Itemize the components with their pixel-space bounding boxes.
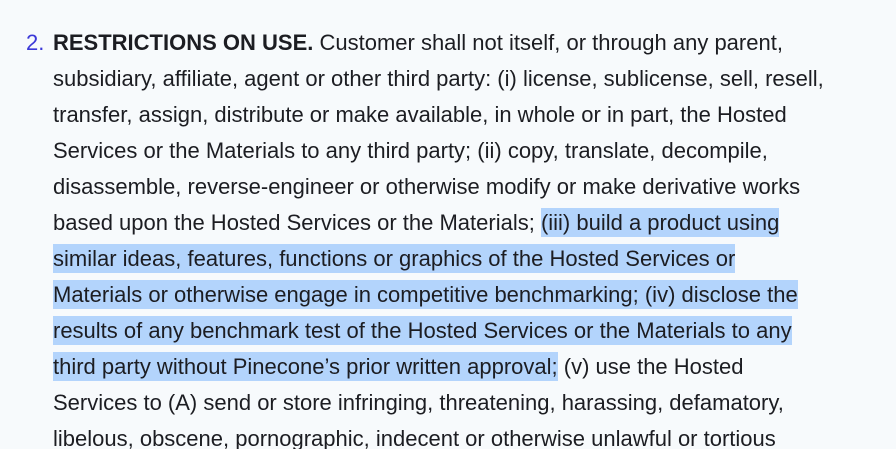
text-line: Services or the Materials to any third p… [53, 133, 883, 169]
selected-text[interactable]: (iii) build a product using [540, 208, 780, 237]
line-text: (v) use the Hosted [557, 354, 744, 379]
section-number: 2. [26, 30, 45, 55]
selected-text[interactable]: results of any benchmark test of the Hos… [53, 316, 792, 345]
selected-text[interactable]: Materials or otherwise engage in competi… [53, 280, 798, 309]
line-text: libelous, obscene, pornographic, indecen… [53, 426, 776, 449]
line-text: Services or the Materials to any third p… [53, 138, 768, 163]
text-line: libelous, obscene, pornographic, indecen… [53, 421, 883, 449]
text-line: subsidiary, affiliate, agent or other th… [53, 61, 883, 97]
text-line: results of any benchmark test of the Hos… [53, 313, 883, 349]
text-line: disassemble, reverse-engineer or otherwi… [53, 169, 883, 205]
line-text: disassemble, reverse-engineer or otherwi… [53, 174, 801, 199]
line-text: transfer, assign, distribute or make ava… [53, 102, 787, 127]
text-line: based upon the Hosted Services or the Ma… [53, 205, 883, 241]
section-body: RESTRICTIONS ON USE. Customer shall not … [53, 25, 883, 449]
line-text: Services to (A) send or store infringing… [53, 390, 784, 415]
text-line: Materials or otherwise engage in competi… [53, 277, 883, 313]
text-line: RESTRICTIONS ON USE. Customer shall not … [53, 25, 883, 61]
selected-text[interactable]: third party without Pinecone’s prior wri… [53, 352, 558, 381]
line-text: subsidiary, affiliate, agent or other th… [53, 66, 824, 91]
text-line: transfer, assign, distribute or make ava… [53, 97, 883, 133]
selected-text[interactable]: similar ideas, features, functions or gr… [53, 244, 736, 273]
text-line: third party without Pinecone’s prior wri… [53, 349, 883, 385]
document-page: 2. RESTRICTIONS ON USE. Customer shall n… [0, 0, 896, 449]
section-heading: RESTRICTIONS ON USE. [53, 30, 314, 55]
text-line: similar ideas, features, functions or gr… [53, 241, 883, 277]
line-text: based upon the Hosted Services or the Ma… [53, 210, 541, 235]
line-text: Customer shall not itself, or through an… [313, 30, 783, 55]
text-line: Services to (A) send or store infringing… [53, 385, 883, 421]
